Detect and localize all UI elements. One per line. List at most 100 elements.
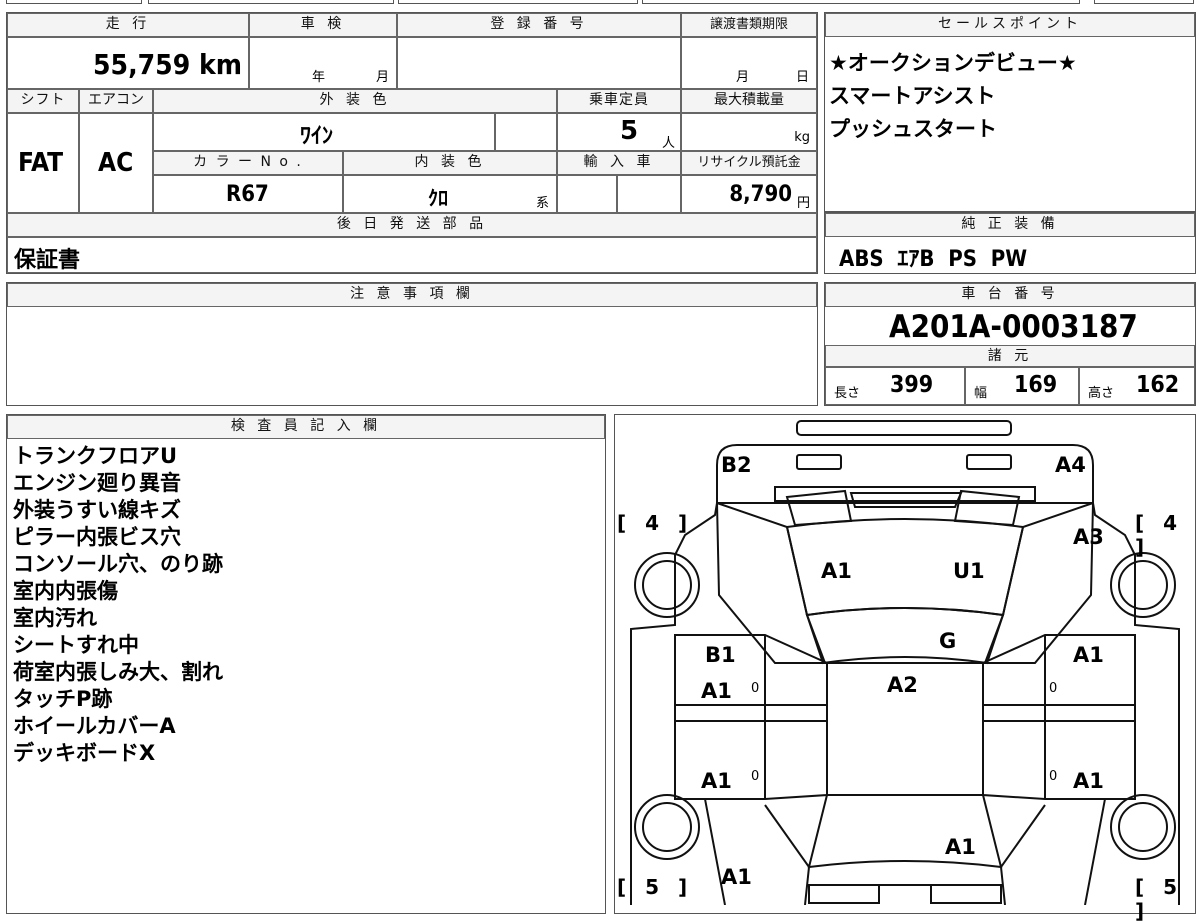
inspector-box: 検 査 員 記 入 欄 トランクフロアU エンジン廻り異音 外装うすい線キズ ピ… [6, 414, 606, 914]
shift-cell: FAT [7, 113, 79, 213]
spec-height-cell: 高さ 162 [1079, 367, 1195, 405]
aircon-header: エアコン [79, 89, 153, 113]
top-stub-5 [1094, 0, 1194, 4]
import-header: 輸 入 車 [557, 151, 681, 175]
inspection-header: 車 検 [249, 13, 397, 37]
damage-a1-door-right: A1 [1073, 643, 1104, 667]
colorno-cell: R67 [153, 175, 343, 213]
damage-a1-door-left: A1 [701, 679, 732, 703]
capacity-cell: 5 人 [557, 113, 681, 151]
damage-u1: U1 [953, 559, 985, 583]
spec-length-value: 399 [890, 372, 934, 398]
inspector-line: コンソール穴、のり跡 [13, 552, 223, 576]
tire-front-left-score: [ 5 ] [617, 875, 694, 899]
recycle-unit: 円 [796, 196, 810, 211]
inspection-cell: 年 月 [249, 37, 397, 89]
colorno-value: R67 [226, 182, 269, 207]
capacity-unit: 人 [662, 136, 676, 151]
mileage-header: 走 行 [7, 13, 249, 37]
chassis-box: 車 台 番 号 A201A-0003187 諸 元 長さ 399 幅 169 高… [824, 282, 1196, 406]
exterior-value: ﾜｲﾝ [300, 124, 334, 149]
chassis-number: A201A-0003187 [889, 309, 1138, 345]
transfer-day-label: 日 [796, 70, 810, 85]
damage-a1-front-right: A1 [945, 835, 976, 859]
sales-point-header: セールスポイント [825, 13, 1195, 37]
damage-a1-rear-door-left: A1 [701, 769, 732, 793]
inspector-lines: トランクフロアU エンジン廻り異音 外装うすい線キズ ピラー内張ビス穴 コンソー… [13, 443, 223, 767]
damage-a4: A4 [1055, 453, 1086, 477]
top-stub-2 [148, 0, 394, 4]
spec-width-label: 幅 [974, 386, 988, 401]
spec-width-value: 169 [1014, 372, 1058, 398]
inspector-line: 外装うすい線キズ [13, 498, 181, 522]
inspector-line: ホイールカバーA [13, 714, 176, 738]
spec-length-cell: 長さ 399 [825, 367, 965, 405]
import-cell-a [557, 175, 617, 213]
transfer-cell: 月 日 [681, 37, 817, 89]
chassis-header: 車 台 番 号 [825, 283, 1195, 307]
zero-mark: 0 [1049, 681, 1058, 696]
sales-line: スマートアシスト [829, 84, 996, 108]
recycle-header: リサイクル預託金 [681, 151, 817, 175]
top-stub-4 [642, 0, 1080, 4]
exterior-header: 外 装 色 [153, 89, 557, 113]
exterior-extra-cell [495, 113, 557, 151]
inspector-header: 検 査 員 記 入 欄 [7, 415, 605, 439]
notes-box: 注 意 事 項 欄 [6, 282, 818, 406]
damage-a3: A3 [1073, 525, 1104, 549]
inspector-line: 荷室内張しみ大、割れ [13, 660, 223, 684]
shift-value: FAT [18, 148, 64, 178]
colorno-header: カ ラ ー N o . [153, 151, 343, 175]
zero-mark: 0 [1049, 769, 1058, 784]
transfer-month-label: 月 [736, 70, 750, 85]
spec-width-cell: 幅 169 [965, 367, 1079, 405]
tire-rear-left-score: [ 4 ] [617, 511, 694, 535]
tire-rear-right-score: [ 4 ] [1135, 511, 1184, 559]
later-parts-cell: 保証書 [7, 237, 817, 273]
aircon-value: AC [98, 148, 134, 178]
zero-mark: 0 [751, 681, 760, 696]
maxload-cell: kg [681, 113, 817, 151]
interior-value: ｸﾛ [428, 186, 448, 210]
mileage-value: 55,759 km [93, 48, 242, 81]
top-stub-1 [6, 0, 142, 4]
spec-height-label: 高さ [1088, 386, 1115, 401]
sales-line: プッシュスタート [829, 117, 997, 141]
sales-point-box: セールスポイント ★オークションデビュー★ スマートアシスト プッシュスタート [824, 12, 1196, 212]
interior-cell: ｸﾛ 系 [343, 175, 557, 213]
sales-point-lines: ★オークションデビュー★ スマートアシスト プッシュスタート [829, 47, 1077, 146]
capacity-header: 乗車定員 [557, 89, 681, 113]
tire-front-right-score: [ 5 ] [1135, 875, 1184, 923]
car-diagram-box: B2 A4 A3 A1 U1 G B1 A1 A2 A1 A1 A1 A1 A1… [614, 414, 1196, 923]
zero-mark: 0 [751, 769, 760, 784]
inspector-line: 室内内張傷 [13, 579, 118, 603]
spec-height-value: 162 [1136, 372, 1180, 398]
damage-a1-rear-door-right: A1 [1073, 769, 1104, 793]
recycle-cell: 8,790 円 [681, 175, 817, 213]
exterior-cell: ﾜｲﾝ [153, 113, 495, 151]
top-stub-3 [398, 0, 638, 4]
equipment-header: 純 正 装 備 [825, 213, 1195, 237]
equipment-box: 純 正 装 備 ABS ｴｱB PS PW [824, 212, 1196, 274]
damage-g: G [939, 629, 957, 653]
inspector-line: トランクフロアU [13, 444, 178, 468]
vehicle-info-table: 走 行 車 検 登 録 番 号 譲渡書類期限 55,759 km 年 月 月 日… [6, 12, 818, 274]
maxload-unit: kg [794, 130, 810, 145]
recycle-value: 8,790 [729, 182, 792, 207]
inspector-line: 室内汚れ [13, 606, 97, 630]
car-diagram-svg [630, 420, 1180, 905]
damage-b2: B2 [721, 453, 752, 477]
notes-header: 注 意 事 項 欄 [7, 283, 817, 307]
spec-length-label: 長さ [834, 386, 861, 401]
maxload-header: 最大積載量 [681, 89, 817, 113]
inspector-line: デッキボードX [13, 741, 156, 765]
interior-header: 内 装 色 [343, 151, 557, 175]
mileage-cell: 55,759 km [7, 37, 249, 89]
damage-a1-trunk: A1 [821, 559, 852, 583]
sales-line: ★オークションデビュー★ [829, 51, 1077, 75]
registration-cell [397, 37, 681, 89]
inspector-line: タッチP跡 [13, 687, 113, 711]
transfer-header: 譲渡書類期限 [681, 13, 817, 37]
interior-suffix: 系 [536, 196, 550, 211]
inspector-line: エンジン廻り異音 [13, 471, 181, 495]
